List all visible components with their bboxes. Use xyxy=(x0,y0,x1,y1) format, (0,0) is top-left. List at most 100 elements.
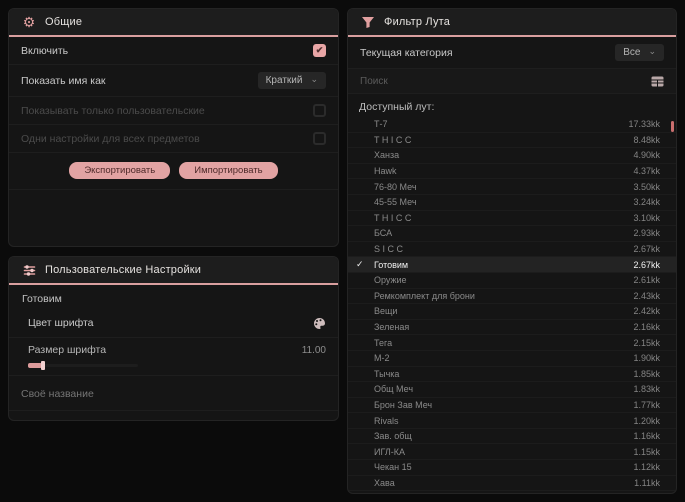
loot-item[interactable]: Тега 2.15kk xyxy=(348,335,676,351)
only-custom-checkbox[interactable] xyxy=(313,104,326,117)
font-size-slider[interactable] xyxy=(28,361,138,370)
export-button[interactable]: Экспортировать xyxy=(69,162,171,179)
chevron-down-icon: ⌄ xyxy=(310,73,318,84)
loot-item[interactable]: Брон Зав Меч 1.77kk xyxy=(348,398,676,414)
custom-name-row xyxy=(9,376,338,411)
loot-item[interactable]: Ны-ПКИМ Меч1.10kk xyxy=(348,491,676,493)
loot-item-value: 1.90kk xyxy=(633,353,660,364)
loot-item[interactable]: Оружие 2.61kk xyxy=(348,273,676,289)
loot-item[interactable]: Хава 1.11kk xyxy=(348,476,676,492)
loot-item-name: Хава xyxy=(374,477,395,488)
loot-item-name: Ремкомплект для брони xyxy=(374,290,475,301)
loot-item-value: 3.10kk xyxy=(633,212,660,223)
category-label: Текущая категория xyxy=(360,46,453,59)
slider-fill xyxy=(28,363,42,368)
loot-item-name: T H I C C xyxy=(374,134,412,145)
loot-item-name: T H I C C xyxy=(374,212,412,223)
show-name-row: Показать имя как Краткий ⌄ xyxy=(9,65,338,97)
loot-item-name: Зеленая xyxy=(374,322,410,333)
loot-item-name: 45-55 Меч xyxy=(374,197,417,208)
loot-item-value: 1.12kk xyxy=(633,462,660,473)
funnel-icon xyxy=(361,15,375,29)
loot-item[interactable]: Общ Меч 1.83kk xyxy=(348,382,676,398)
font-size-row: Размер шрифта 11.00 xyxy=(9,338,338,376)
show-name-label: Показать имя как xyxy=(21,74,106,87)
loot-item[interactable]: Hawk 4.37kk xyxy=(348,164,676,180)
category-dropdown[interactable]: Все ⌄ xyxy=(615,44,664,61)
font-size-value: 11.00 xyxy=(301,344,326,356)
loot-item-value: 2.67kk xyxy=(633,259,660,270)
show-name-value: Краткий xyxy=(265,75,303,86)
loot-item-value: 1.77kk xyxy=(633,399,660,410)
available-loot-label: Доступный лут: xyxy=(359,101,435,113)
loot-item-value: 2.15kk xyxy=(633,337,660,348)
loot-item-name: Чекан 15 xyxy=(374,462,412,473)
loot-item-value: 2.61kk xyxy=(633,275,660,286)
loot-item-value: 4.37kk xyxy=(633,166,660,177)
general-panel: ⚙ Общие Включить ✔ Показать имя как Крат… xyxy=(8,8,339,247)
loot-item-value: 2.16kk xyxy=(633,322,660,333)
loot-item[interactable]: БСА 2.93kk xyxy=(348,226,676,242)
loot-filter-panel: Фильтр Лута Текущая категория Все ⌄ Поис… xyxy=(347,8,677,494)
loot-item-name: Брон Зав Меч xyxy=(374,399,433,410)
single-settings-checkbox[interactable] xyxy=(313,132,326,145)
show-name-dropdown[interactable]: Краткий ⌄ xyxy=(257,72,326,89)
left-column: ⚙ Общие Включить ✔ Показать имя как Крат… xyxy=(8,8,339,494)
loot-item[interactable]: ИГЛ-КА 1.15kk xyxy=(348,444,676,461)
current-item-name: Готовим xyxy=(22,293,62,305)
search-input[interactable]: Поиск xyxy=(360,76,388,87)
loot-item-name: 76-80 Меч xyxy=(374,181,417,192)
loot-item[interactable]: S I C C 2.67kk xyxy=(348,242,676,258)
loot-item[interactable]: Ханза 4.90kk xyxy=(348,148,676,164)
loot-item-value: 1.83kk xyxy=(633,384,660,395)
font-size-label: Размер шрифта xyxy=(28,344,107,356)
loot-item[interactable]: 45-55 Меч 3.24kk xyxy=(348,195,676,211)
loot-item[interactable]: Зеленая 2.16kk xyxy=(348,320,676,336)
loot-item-value: 4.90kk xyxy=(633,150,660,161)
delete-button[interactable]: Удалить xyxy=(129,420,219,421)
loot-item[interactable]: Готовим 2.67kk xyxy=(348,257,676,273)
loot-item-name: М-2 xyxy=(374,353,390,364)
loot-item[interactable]: Тычка 1.85kk xyxy=(348,367,676,383)
loot-item[interactable]: М-2 1.90kk xyxy=(348,351,676,367)
loot-item-value: 3.24kk xyxy=(633,197,660,208)
loot-item-value: 17.33kk xyxy=(628,119,660,130)
import-button[interactable]: Импортировать xyxy=(179,162,278,179)
sliders-icon xyxy=(22,263,36,277)
loot-item[interactable]: Чекан 15 1.12kk xyxy=(348,460,676,476)
font-color-label: Цвет шрифта xyxy=(28,317,94,329)
loot-item[interactable]: Rivals 1.20kk xyxy=(348,413,676,429)
loot-item[interactable]: T H I C C 8.48kk xyxy=(348,133,676,149)
custom-settings-header: Пользовательские Настройки xyxy=(9,257,338,285)
loot-item-value: 2.42kk xyxy=(633,306,660,317)
loot-item-value: 8.48kk xyxy=(633,134,660,145)
loot-item[interactable]: Ремкомплект для брони 2.43kk xyxy=(348,289,676,305)
custom-settings-title: Пользовательские Настройки xyxy=(45,264,202,276)
enable-checkbox[interactable]: ✔ xyxy=(313,44,326,57)
custom-name-input[interactable] xyxy=(21,388,326,400)
loot-item-name: Т-7 xyxy=(374,119,388,130)
loot-item-name: ИГЛ-КА xyxy=(374,446,405,457)
loot-item[interactable]: Т-7 17.33kk xyxy=(348,117,676,133)
custom-settings-panel: Пользовательские Настройки Готовим Цвет … xyxy=(8,256,339,421)
loot-filter-header: Фильтр Лута xyxy=(348,9,676,37)
loot-item-value: 1.85kk xyxy=(633,368,660,379)
loot-item-name: S I C C xyxy=(374,244,404,255)
enable-label: Включить xyxy=(21,44,69,57)
loot-item-value: 2.43kk xyxy=(633,290,660,301)
loot-item-name: Общ Меч xyxy=(374,384,414,395)
only-custom-label: Показывать только пользовательские xyxy=(21,104,205,117)
single-settings-label: Одни настройки для всех предметов xyxy=(21,132,200,145)
loot-item[interactable]: T H I C C 3.10kk xyxy=(348,211,676,227)
palette-icon[interactable] xyxy=(312,316,326,330)
slider-handle[interactable] xyxy=(41,361,45,370)
loot-item-name: Rivals xyxy=(374,415,399,426)
loot-item-value: 1.20kk xyxy=(633,415,660,426)
loot-item[interactable]: Зав. общ 1.16kk xyxy=(348,429,676,445)
loot-item[interactable]: 76-80 Меч 3.50kk xyxy=(348,179,676,195)
general-panel-title: Общие xyxy=(45,16,83,28)
loot-item-name: Hawk xyxy=(374,166,397,177)
table-icon[interactable] xyxy=(650,74,664,88)
chevron-down-icon: ⌄ xyxy=(648,45,656,56)
loot-item[interactable]: Вещи 2.42kk xyxy=(348,304,676,320)
